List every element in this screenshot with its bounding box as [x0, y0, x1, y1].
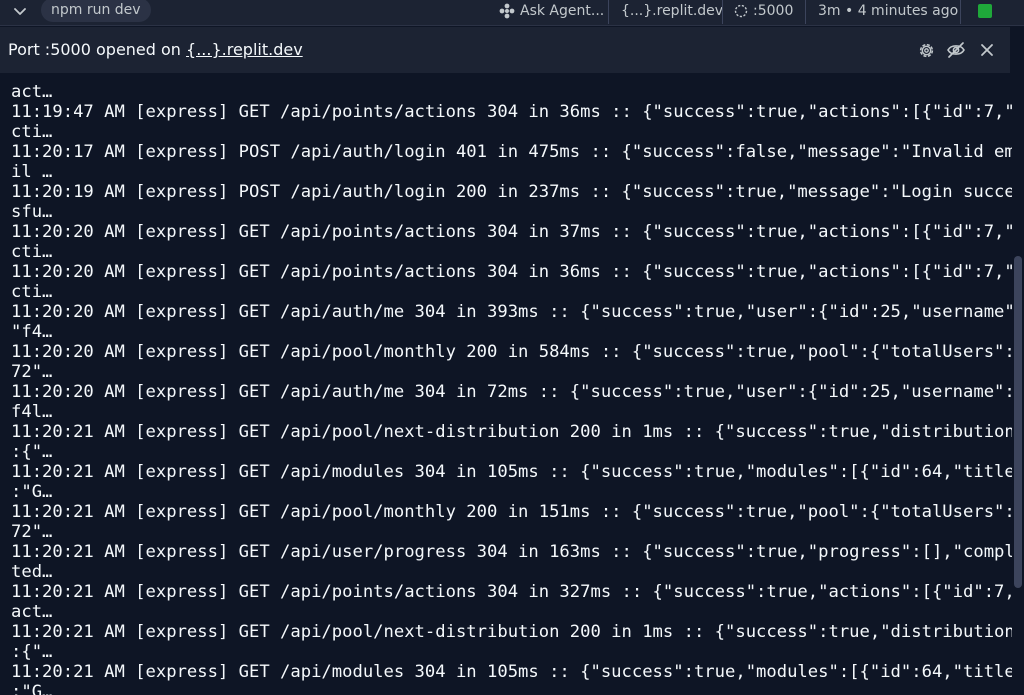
close-icon: [981, 44, 993, 56]
toolbar-divider: [805, 0, 806, 24]
log-line: 11:19:47 AM [express] GET /api/points/ac…: [11, 102, 1012, 122]
log-line: act…: [11, 602, 53, 622]
log-line: ted…: [11, 562, 53, 582]
log-line: act…: [11, 82, 53, 102]
scrollbar-thumb[interactable]: [1014, 256, 1022, 588]
hide-port-button[interactable]: [946, 40, 966, 60]
log-line: f4l…: [11, 402, 53, 422]
run-time-label: 3m • 4 minutes ago: [818, 3, 959, 19]
log-line: :{"…: [11, 442, 53, 462]
gear-icon: [919, 43, 933, 57]
ask-agent-button[interactable]: Ask Agent...: [499, 0, 604, 22]
log-line: 72"…: [11, 522, 53, 542]
log-line: 11:20:20 AM [express] GET /api/auth/me 3…: [11, 302, 1012, 322]
domain-button[interactable]: {...}.replit.dev: [621, 0, 723, 22]
log-line: 11:20:21 AM [express] GET /api/pool/next…: [11, 622, 1012, 642]
log-line: 11:20:21 AM [express] GET /api/modules 3…: [11, 462, 1012, 482]
log-line: "f4…: [11, 322, 53, 342]
log-line: :{"…: [11, 642, 53, 662]
log-line: cti…: [11, 242, 53, 262]
port-banner-link[interactable]: {...}.replit.dev: [186, 40, 303, 59]
log-line: cti…: [11, 122, 53, 142]
port-label: :5000: [753, 3, 794, 19]
run-command-chip[interactable]: npm run dev: [41, 0, 151, 22]
toolbar-divider: [608, 0, 609, 24]
log-line: il …: [11, 162, 53, 182]
collapse-button[interactable]: [10, 3, 30, 21]
banner-edge: [1010, 27, 1024, 73]
port-banner-message: Port :5000 opened on {...}.replit.dev: [8, 40, 303, 59]
log-line: 11:20:19 AM [express] POST /api/auth/log…: [11, 182, 1012, 202]
port-banner-prefix: Port :5000 opened on: [8, 40, 187, 59]
toolbar-divider: [722, 0, 723, 24]
run-status-indicator: [978, 4, 992, 18]
close-banner-button[interactable]: [977, 40, 997, 60]
log-line: :"G…: [11, 682, 53, 695]
chevron-down-icon: [14, 8, 26, 15]
log-line: :"G…: [11, 482, 53, 502]
log-line: cti…: [11, 282, 53, 302]
log-line: 11:20:21 AM [express] GET /api/modules 3…: [11, 662, 1012, 682]
log-line: 11:20:20 AM [express] GET /api/pool/mont…: [11, 342, 1012, 362]
log-line: 11:20:21 AM [express] GET /api/pool/mont…: [11, 502, 1012, 522]
run-command-label: npm run dev: [51, 2, 141, 18]
log-line: 11:20:20 AM [express] GET /api/auth/me 3…: [11, 382, 1012, 402]
domain-label: {...}.replit.dev: [621, 3, 724, 19]
log-line: 11:20:21 AM [express] GET /api/points/ac…: [11, 582, 1012, 602]
log-line: 11:20:20 AM [express] GET /api/points/ac…: [11, 262, 1012, 282]
agent-icon: [499, 3, 515, 19]
port-banner: Port :5000 opened on {...}.replit.dev: [0, 27, 1010, 73]
settings-button[interactable]: [916, 40, 936, 60]
eye-off-icon: [947, 42, 965, 58]
log-line: 11:20:21 AM [express] GET /api/pool/next…: [11, 422, 1012, 442]
log-line: sfu…: [11, 202, 53, 222]
port-button[interactable]: :5000: [734, 0, 793, 22]
console-output[interactable]: act… 11:19:47 AM [express] GET /api/point…: [0, 73, 1012, 695]
ask-agent-label: Ask Agent...: [520, 3, 605, 19]
console-toolbar: npm run dev Ask Agent... {...}.replit.de…: [0, 0, 1024, 26]
port-status-icon: [734, 4, 748, 18]
toolbar-divider: [960, 0, 961, 24]
log-line: 11:20:21 AM [express] GET /api/user/prog…: [11, 542, 1012, 562]
log-text: act… 11:19:47 AM [express] GET /api/point…: [11, 82, 1012, 695]
log-line: 72"…: [11, 362, 53, 382]
log-line: 11:20:17 AM [express] POST /api/auth/log…: [11, 142, 1012, 162]
log-line: 11:20:20 AM [express] GET /api/points/ac…: [11, 222, 1012, 242]
run-time-info: 3m • 4 minutes ago: [818, 0, 958, 22]
